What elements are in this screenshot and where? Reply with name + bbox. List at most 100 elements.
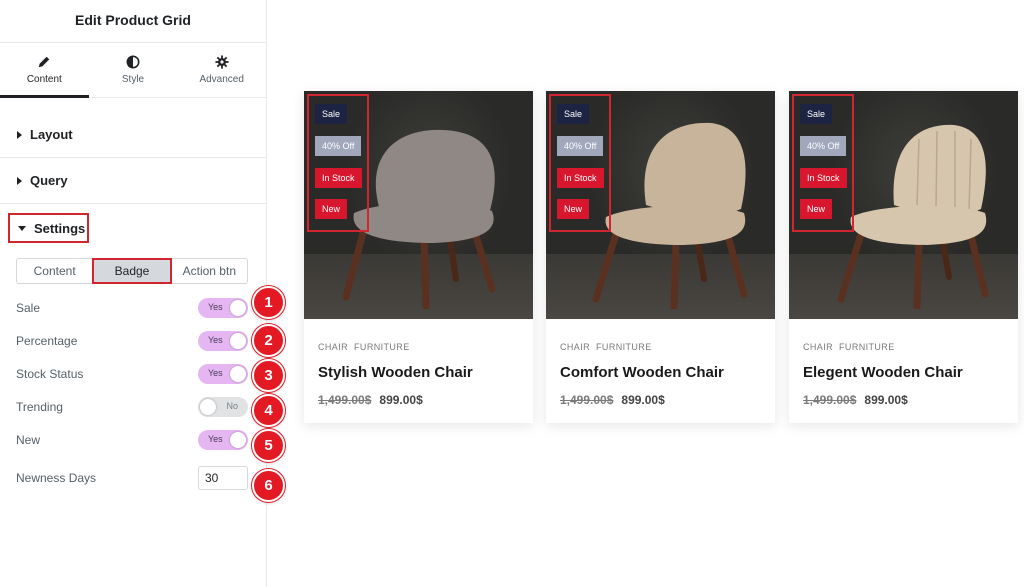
subtab-content[interactable]: Content — [16, 258, 94, 284]
control-trending-label: Trending — [16, 400, 63, 414]
panel-tabs: Content Style Advanced — [0, 43, 266, 98]
product-title[interactable]: Elegent Wooden Chair — [803, 364, 963, 381]
chair-leg — [470, 225, 496, 293]
chair-leg — [670, 235, 680, 309]
control-percentage-label: Percentage — [16, 334, 78, 348]
step-marker-1: 1 — [252, 286, 285, 319]
caret-right-icon — [17, 176, 22, 185]
new-toggle-value: Yes — [208, 434, 223, 444]
chair-leg — [837, 230, 865, 303]
control-sale-label: Sale — [16, 301, 41, 315]
chair-seat — [850, 205, 987, 245]
chair-leg — [420, 233, 430, 309]
subtab-badge[interactable]: Badge — [92, 258, 172, 284]
category-link[interactable]: CHAIR — [560, 342, 590, 352]
control-trending: Trending No — [16, 396, 248, 418]
trending-toggle-value: No — [226, 401, 238, 411]
panel-title: Edit Product Grid — [0, 0, 266, 43]
product-price: 1,499.00$ 899.00$ — [318, 393, 423, 407]
tab-style[interactable]: Style — [89, 43, 178, 97]
stock-badge: In Stock — [557, 168, 604, 188]
percentage-toggle[interactable]: Yes — [198, 331, 248, 351]
sale-toggle[interactable]: Yes — [198, 298, 248, 318]
control-stock-status-label: Stock Status — [16, 367, 84, 381]
product-title[interactable]: Comfort Wooden Chair — [560, 364, 724, 381]
toggle-knob — [230, 333, 246, 349]
tab-content-label: Content — [26, 74, 62, 85]
new-badge: New — [800, 199, 833, 219]
tab-style-label: Style — [121, 74, 145, 85]
category-link[interactable]: FURNITURE — [354, 342, 410, 352]
sale-toggle-value: Yes — [208, 302, 223, 312]
percentage-badge: 40% Off — [315, 136, 362, 156]
subtab-action-btn[interactable]: Action btn — [170, 258, 248, 284]
old-price: 1,499.00$ — [560, 393, 614, 407]
product-card[interactable]: Sale 40% Off In Stock New CHAIR FURNITURE… — [789, 91, 1018, 423]
section-settings-label: Settings — [34, 220, 86, 236]
badge-group: Sale 40% Off In Stock New — [549, 94, 611, 232]
stock-badge: In Stock — [315, 168, 362, 188]
category-link[interactable]: FURNITURE — [839, 342, 895, 352]
sale-price: 899.00$ — [864, 393, 908, 407]
control-newness-days: Newness Days 30 — [16, 465, 248, 491]
new-toggle[interactable]: Yes — [198, 430, 248, 450]
category-link[interactable]: CHAIR — [803, 342, 833, 352]
control-percentage: Percentage Yes — [16, 330, 248, 352]
section-layout-label: Layout — [30, 127, 73, 142]
category-link[interactable]: FURNITURE — [596, 342, 652, 352]
product-card[interactable]: Sale 40% Off In Stock New CHAIR FURNITURE… — [546, 91, 775, 423]
stock-status-toggle[interactable]: Yes — [198, 364, 248, 384]
product-image[interactable]: Sale 40% Off In Stock New — [789, 91, 1018, 319]
sale-price: 899.00$ — [621, 393, 665, 407]
category-link[interactable]: CHAIR — [318, 342, 348, 352]
chair-seat — [605, 205, 746, 245]
control-sale: Sale Yes — [16, 297, 248, 319]
control-stock-status: Stock Status Yes — [16, 363, 248, 385]
section-settings[interactable]: Settings — [8, 213, 89, 243]
toggle-knob — [230, 366, 246, 382]
chair-back — [644, 122, 746, 216]
sale-badge: Sale — [557, 104, 590, 124]
product-image[interactable]: Sale 40% Off In Stock New — [546, 91, 775, 319]
product-title[interactable]: Stylish Wooden Chair — [318, 364, 473, 381]
product-categories: CHAIR FURNITURE — [560, 342, 652, 352]
chair-leg — [342, 225, 368, 301]
step-marker-4: 4 — [252, 394, 285, 427]
old-price: 1,499.00$ — [803, 393, 857, 407]
step-marker-6: 6 — [252, 469, 285, 502]
product-image[interactable]: Sale 40% Off In Stock New — [304, 91, 533, 319]
sale-badge: Sale — [315, 104, 348, 124]
product-price: 1,499.00$ 899.00$ — [560, 393, 665, 407]
new-badge: New — [315, 199, 348, 219]
tab-advanced-label: Advanced — [199, 74, 244, 85]
gear-icon — [215, 55, 229, 69]
caret-right-icon — [17, 130, 22, 139]
section-layout[interactable]: Layout — [0, 112, 266, 158]
trending-toggle[interactable]: No — [198, 397, 248, 417]
chair-leg — [722, 225, 748, 298]
tab-advanced[interactable]: Advanced — [177, 43, 266, 97]
badge-group: Sale 40% Off In Stock New — [307, 94, 369, 232]
product-categories: CHAIR FURNITURE — [803, 342, 895, 352]
percentage-toggle-value: Yes — [208, 335, 223, 345]
stock-status-toggle-value: Yes — [208, 368, 223, 378]
new-badge: New — [557, 199, 590, 219]
toggle-knob — [230, 432, 246, 448]
product-card[interactable]: Sale 40% Off In Stock New CHAIR FURNITURE… — [304, 91, 533, 423]
product-categories: CHAIR FURNITURE — [318, 342, 410, 352]
step-marker-3: 3 — [252, 359, 285, 392]
sale-price: 899.00$ — [379, 393, 423, 407]
section-query[interactable]: Query — [0, 158, 266, 204]
half-circle-icon — [126, 55, 140, 69]
chair-back — [893, 124, 986, 216]
sale-badge: Sale — [800, 104, 833, 124]
percentage-badge: 40% Off — [800, 136, 847, 156]
tab-content[interactable]: Content — [0, 43, 89, 98]
chair-leg — [913, 235, 923, 309]
newness-days-input[interactable]: 30 — [198, 466, 248, 490]
caret-down-icon — [18, 225, 26, 231]
control-new: New Yes — [16, 429, 248, 451]
control-newness-days-label: Newness Days — [16, 471, 97, 485]
stock-badge: In Stock — [800, 168, 847, 188]
step-marker-5: 5 — [252, 429, 285, 462]
